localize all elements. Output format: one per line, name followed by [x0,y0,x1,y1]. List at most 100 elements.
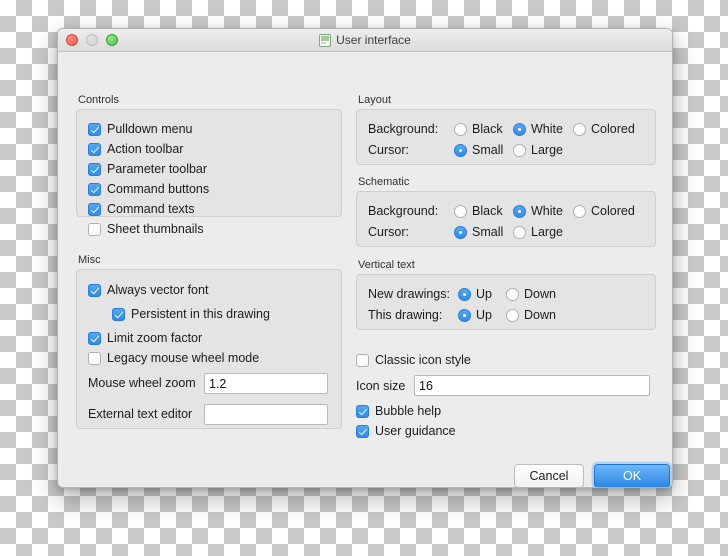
checkbox-label: Parameter toolbar [107,162,208,176]
field-label: New drawings: [368,287,450,301]
layout-cursor-label: Cursor: [368,143,409,157]
checkbox-indicator [356,353,369,367]
checkbox-always-vector-font[interactable]: Always vector font [88,283,208,297]
checkbox-indicator [88,142,101,156]
radio-indicator [506,287,519,301]
this-drawing-up[interactable]: Up [458,308,492,322]
checkbox-persistent-in-this-drawing[interactable]: Persistent in this drawing [112,307,270,321]
layout-background-colored[interactable]: Colored [573,122,635,136]
field-label: Icon size [356,379,406,393]
layout-cursor-small[interactable]: Small [454,143,503,157]
icon-size-input[interactable] [414,375,650,396]
external-text-editor-input[interactable] [204,404,328,425]
field-label: Background: [368,122,439,136]
radio-indicator [454,225,467,239]
checkbox-classic-icon-style[interactable]: Classic icon style [356,353,471,367]
checkbox-command-texts[interactable]: Command texts [88,202,195,216]
radio-label: Up [476,308,492,322]
layout-background-black[interactable]: Black [454,122,503,136]
schematic-background-colored[interactable]: Colored [573,204,635,218]
checkbox-label: Always vector font [107,283,209,297]
checkbox-indicator [88,331,101,345]
radio-label: Large [531,143,563,157]
field-label: Cursor: [368,143,409,157]
radio-label: White [531,204,563,218]
this-drawing-down[interactable]: Down [506,308,556,322]
radio-label: Black [472,122,503,136]
layout-background-label: Background: [368,122,438,136]
checkbox-indicator [88,122,101,136]
checkbox-parameter-toolbar[interactable]: Parameter toolbar [88,162,207,176]
checkbox-indicator [88,182,101,196]
checkbox-sheet-thumbnails[interactable]: Sheet thumbnails [88,222,204,236]
ok-button[interactable]: OK [594,464,670,487]
checkbox-command-buttons[interactable]: Command buttons [88,182,209,196]
checkbox-label: Command buttons [107,182,210,196]
radio-indicator [454,122,467,136]
new-drawings-down[interactable]: Down [506,287,556,301]
radio-indicator [458,308,471,322]
radio-label: Up [476,287,492,301]
document-window-icon [319,33,332,47]
traffic-lights [66,29,118,51]
radio-indicator [513,204,526,218]
window-title-group: User interface [319,33,411,47]
schematic-cursor-small[interactable]: Small [454,225,503,239]
external-text-editor-label: External text editor [88,407,192,421]
field-label: This drawing: [368,308,443,322]
checkbox-indicator [356,424,369,438]
schematic-cursor-label: Cursor: [368,225,409,239]
radio-label: Small [472,143,504,157]
checkbox-indicator [112,307,125,321]
radio-indicator [513,122,526,136]
checkbox-label: Persistent in this drawing [131,307,270,321]
checkbox-pulldown-menu[interactable]: Pulldown menu [88,122,192,136]
new-drawings-up[interactable]: Up [458,287,492,301]
radio-indicator [513,143,526,157]
radio-label: Small [472,225,504,239]
checkbox-user-guidance[interactable]: User guidance [356,424,456,438]
checkbox-bubble-help[interactable]: Bubble help [356,404,441,418]
mouse-wheel-zoom-input[interactable] [204,373,328,394]
checkbox-label: Pulldown menu [107,122,193,136]
radio-label: Black [472,204,503,218]
misc-group-label: Misc [78,254,101,266]
checkbox-limit-zoom-factor[interactable]: Limit zoom factor [88,331,202,345]
checkbox-indicator [88,162,101,176]
radio-label: Colored [591,122,635,136]
new-drawings-label: New drawings: [368,287,450,301]
window-title: User interface [336,33,411,47]
checkbox-legacy-mouse-wheel-mode[interactable]: Legacy mouse wheel mode [88,351,259,365]
radio-indicator [458,287,471,301]
schematic-background-black[interactable]: Black [454,204,503,218]
radio-indicator [573,204,586,218]
radio-indicator [454,204,467,218]
cancel-button[interactable]: Cancel [514,464,584,487]
schematic-background-white[interactable]: White [513,204,563,218]
schematic-cursor-large[interactable]: Large [513,225,563,239]
minimize-button[interactable] [86,34,98,46]
layout-background-white[interactable]: White [513,122,563,136]
dialog-content: Controls Pulldown menu Action toolbar Pa… [58,52,672,487]
schematic-background-label: Background: [368,204,438,218]
close-button[interactable] [66,34,78,46]
mouse-wheel-zoom-label: Mouse wheel zoom [88,376,196,390]
layout-cursor-large[interactable]: Large [513,143,563,157]
checkbox-action-toolbar[interactable]: Action toolbar [88,142,183,156]
checkbox-label: Sheet thumbnails [107,222,204,236]
checkbox-indicator [88,351,101,365]
checkbox-indicator [88,202,101,216]
field-label: External text editor [88,407,193,421]
this-drawing-label: This drawing: [368,308,442,322]
zoom-button[interactable] [106,34,118,46]
checkbox-indicator [88,222,101,236]
checkbox-label: User guidance [375,424,456,438]
radio-label: Colored [591,204,635,218]
schematic-group-label: Schematic [358,176,410,188]
radio-label: Down [524,287,556,301]
title-bar[interactable]: User interface [58,29,672,52]
checkbox-label: Legacy mouse wheel mode [107,351,260,365]
checkbox-label: Classic icon style [375,353,471,367]
checkbox-label: Bubble help [375,404,442,418]
icon-size-label: Icon size [356,379,405,393]
